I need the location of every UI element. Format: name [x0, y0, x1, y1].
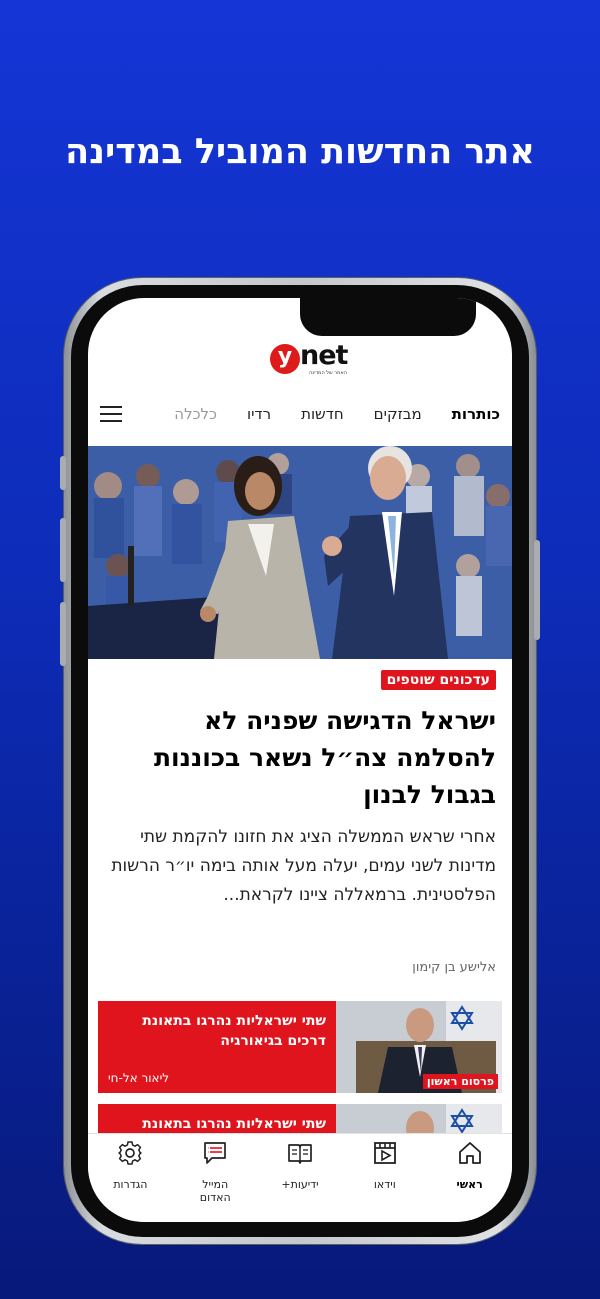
message-icon — [204, 1142, 227, 1164]
tab-label: ידיעות+ — [281, 1178, 319, 1191]
nav-item-news[interactable]: חדשות — [301, 405, 344, 423]
card-image-badge: פרסום ראשון — [422, 1074, 498, 1089]
nav-item-flashes[interactable]: מבזקים — [374, 405, 422, 423]
hero-image[interactable] — [88, 446, 512, 659]
tab-label: הגדרות — [113, 1178, 148, 1191]
logo-text: net — [300, 340, 348, 371]
phone-volume-up-button — [60, 518, 66, 582]
hero-author: אלישע בן קימון — [412, 960, 496, 975]
phone-action-button — [60, 456, 66, 490]
bottom-tab-bar: ראשי וידאו ידיעות+ המייל האדום הגדרות — [88, 1133, 512, 1222]
card-image: פרסום ראשון — [336, 1001, 502, 1093]
video-icon — [373, 1142, 396, 1164]
hero-headline[interactable]: ישראל הדגישה שפניה לא להסלמה צה״ל נשאר ב… — [98, 702, 496, 813]
card-title[interactable]: שתי ישראליות נהרגו בתאונת דרכים בגיאורגי… — [104, 1011, 326, 1051]
hero-photo-illustration — [88, 446, 512, 659]
tab-red-mail[interactable]: המייל האדום — [173, 1134, 257, 1222]
ynet-logo[interactable]: y net האתר של המדינה — [270, 340, 350, 378]
app-screen: y net האתר של המדינה כותרות מבזקים חדשות… — [88, 298, 512, 1222]
logo-mark: y — [270, 344, 300, 374]
tab-yediot-plus[interactable]: ידיעות+ — [258, 1134, 342, 1222]
top-nav: כותרות מבזקים חדשות רדיו כלכלה — [88, 396, 512, 432]
nav-item-headlines[interactable]: כותרות — [452, 405, 500, 423]
live-updates-badge[interactable]: עדכונים שוטפים — [380, 670, 496, 690]
nav-item-economy[interactable]: כלכלה — [174, 405, 217, 423]
article-card[interactable]: פרסום ראשון שתי ישראליות נהרגו בתאונת דר… — [98, 1001, 502, 1093]
phone-volume-down-button — [60, 602, 66, 666]
logo-tagline: האתר של המדינה — [308, 370, 347, 376]
promo-title: אתר החדשות המוביל במדינה — [65, 132, 535, 172]
tab-label: ראשי — [456, 1178, 483, 1191]
tab-label: המייל האדום — [199, 1178, 231, 1204]
gear-icon — [118, 1141, 143, 1165]
notch — [300, 298, 476, 336]
tab-label: וידאו — [373, 1178, 396, 1191]
phone-power-button — [534, 540, 540, 640]
menu-icon[interactable] — [100, 406, 122, 422]
book-icon — [288, 1144, 312, 1164]
tab-home[interactable]: ראשי — [428, 1134, 512, 1222]
home-icon — [458, 1142, 481, 1164]
tab-settings[interactable]: הגדרות — [88, 1134, 172, 1222]
card-author: ליאור אל-חי — [108, 1071, 170, 1085]
tab-video[interactable]: וידאו — [343, 1134, 427, 1222]
card-title[interactable]: שתי ישראליות נהרגו בתאונת — [104, 1114, 326, 1134]
nav-item-radio[interactable]: רדיו — [247, 405, 271, 423]
hero-summary[interactable]: אחרי שראש הממשלה הציג את חזונו להקמת שתי… — [96, 823, 496, 910]
